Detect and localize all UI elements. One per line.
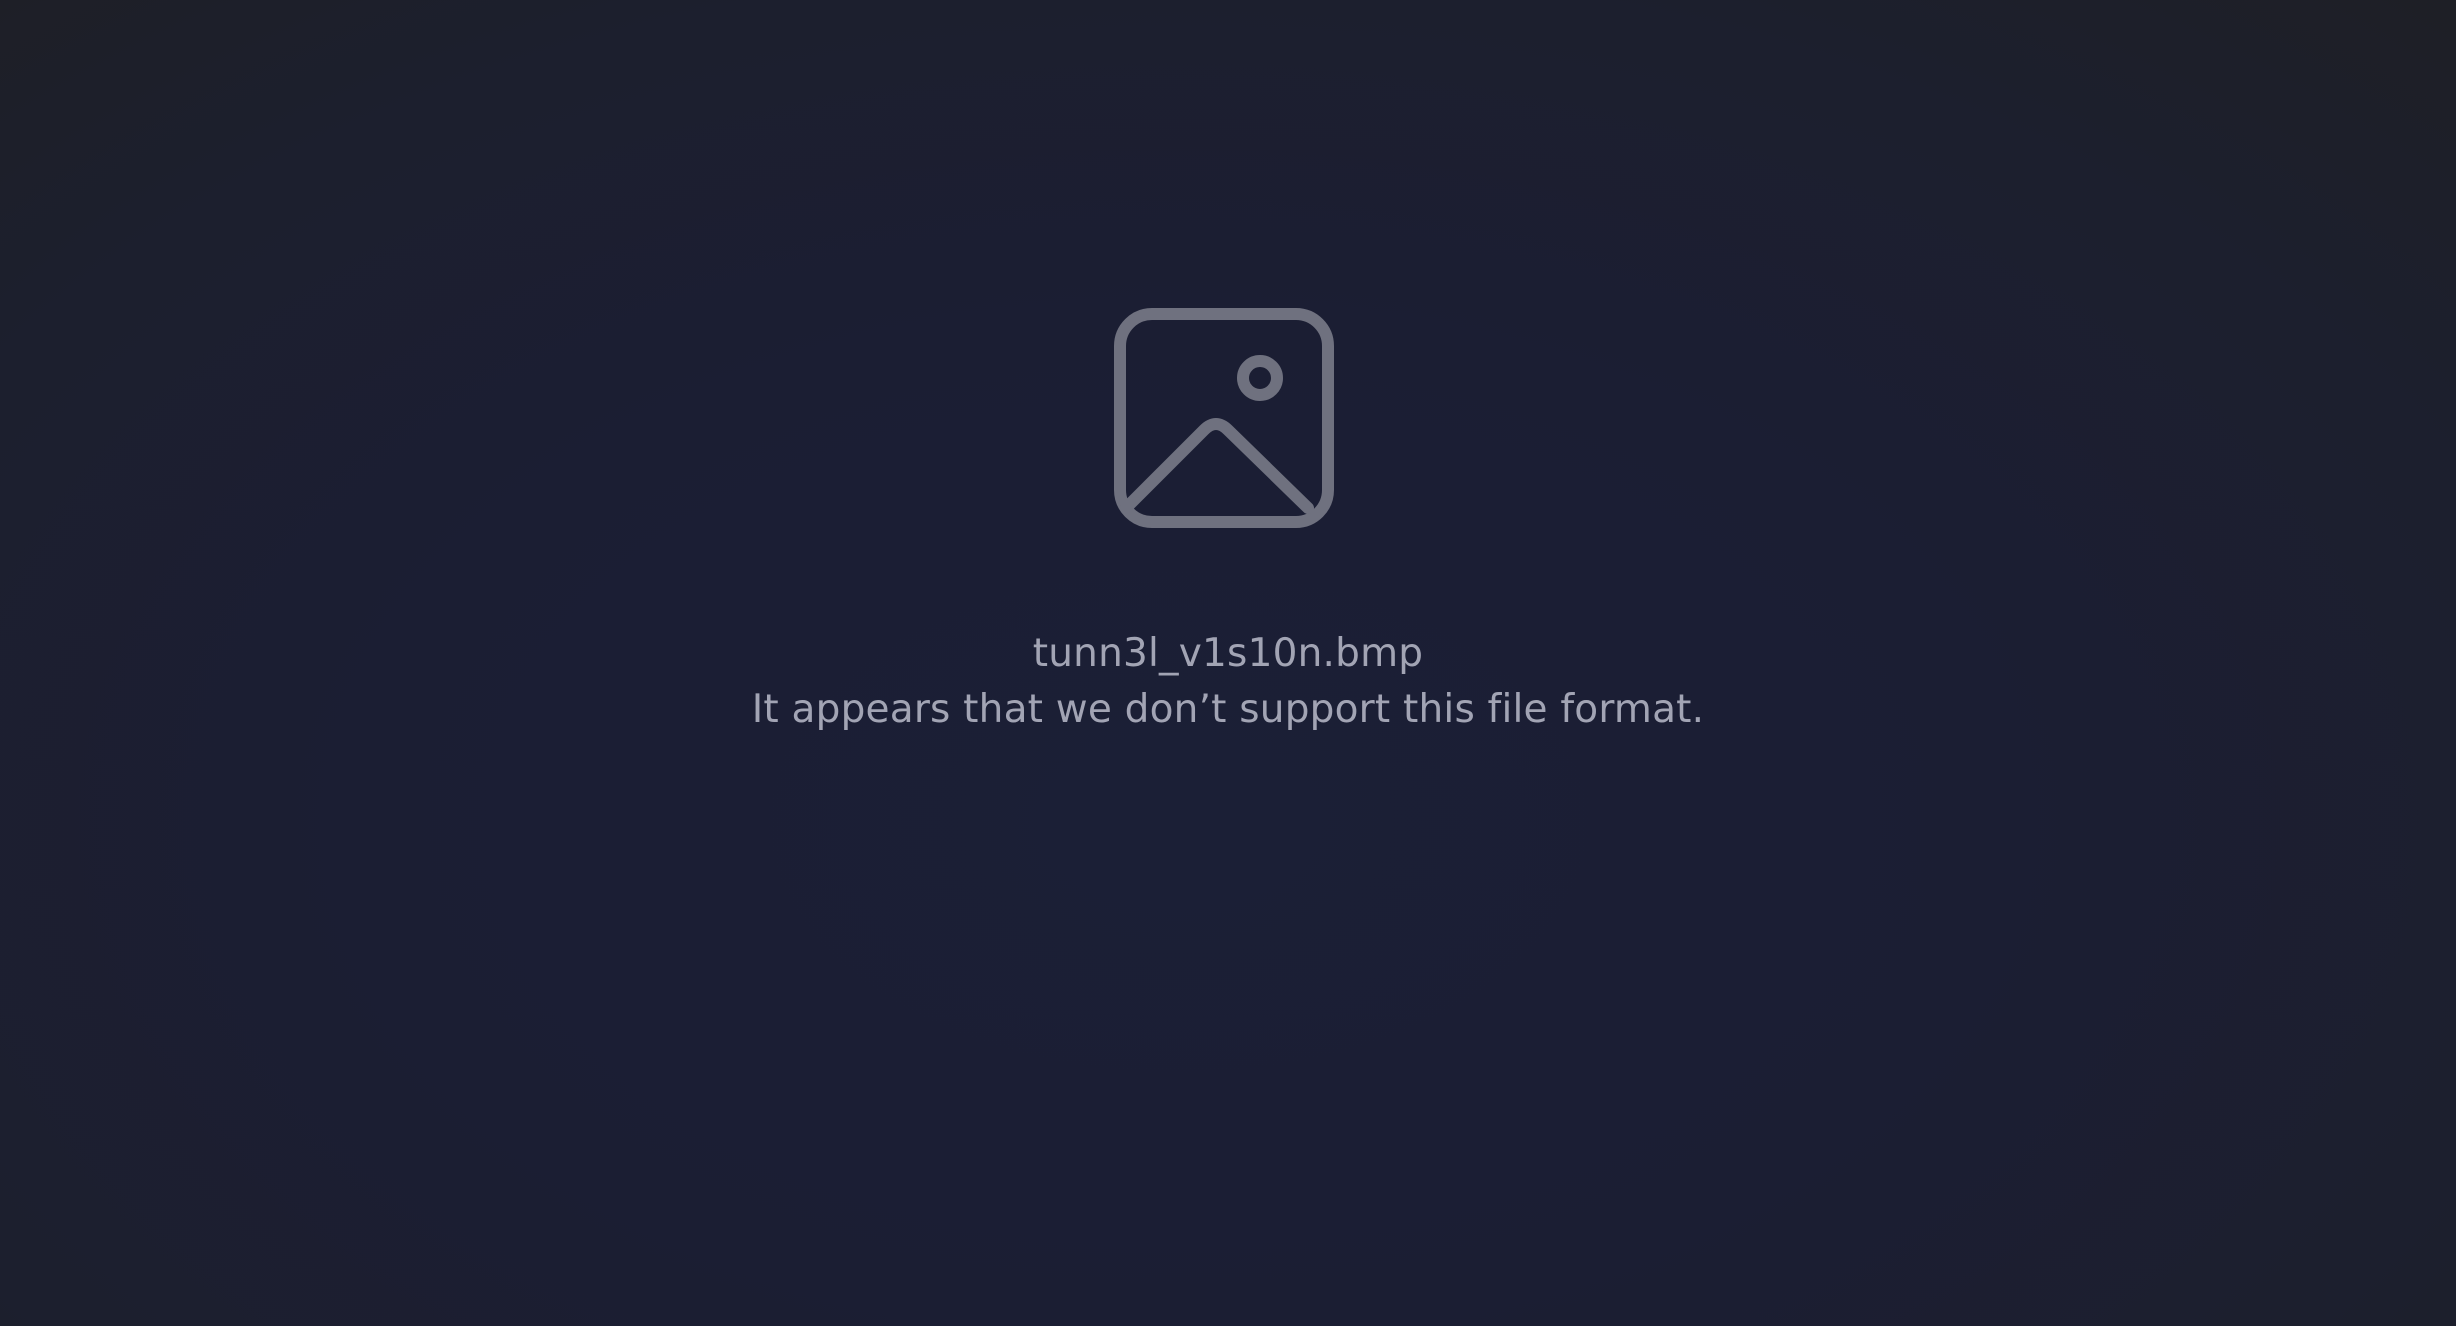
unsupported-format-message: tunn3l_v1s10n.bmp It appears that we don… xyxy=(0,626,2456,738)
photo-viewer: tunn3l_v1s10n.bmp It appears that we don… xyxy=(0,0,2456,1326)
file-name: tunn3l_v1s10n.bmp xyxy=(1032,631,1424,676)
error-message: It appears that we don’t support this fi… xyxy=(751,687,1705,732)
image-placeholder-icon xyxy=(1112,306,1336,530)
